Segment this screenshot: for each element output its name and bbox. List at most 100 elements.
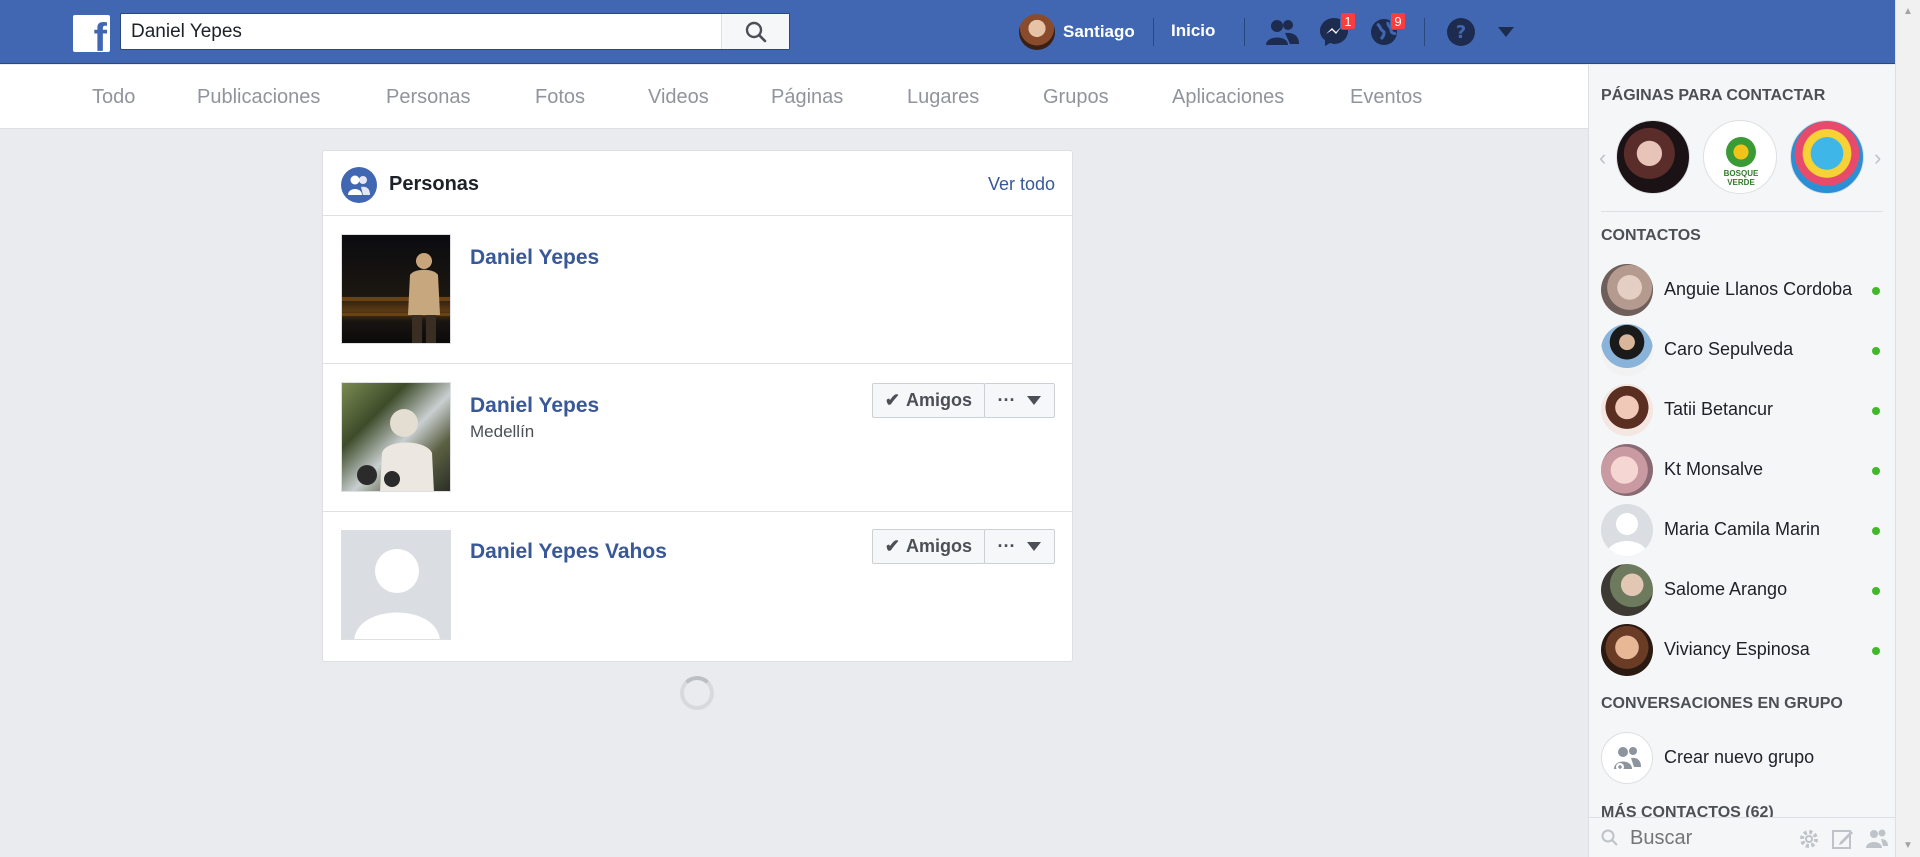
scrollbar[interactable]: ▲ ▼ — [1895, 0, 1920, 857]
search-box — [120, 13, 790, 50]
facebook-logo-letter: f — [93, 16, 107, 52]
profile-photo[interactable] — [341, 530, 451, 640]
divider — [1244, 18, 1245, 46]
online-indicator — [1872, 347, 1880, 355]
chevron-down-icon — [1498, 27, 1514, 37]
person-name-link[interactable]: Daniel Yepes — [470, 394, 599, 418]
compose-icon[interactable] — [1832, 828, 1854, 850]
loading-spinner — [680, 676, 714, 710]
tab-publicaciones[interactable]: Publicaciones — [197, 86, 320, 109]
avatar — [1601, 624, 1653, 676]
tab-videos[interactable]: Videos — [648, 86, 709, 109]
online-indicator — [1872, 407, 1880, 415]
page-logo-text: BOSQUE VERDE — [1723, 169, 1759, 187]
friends-icon — [1266, 20, 1299, 45]
check-icon: ✔ — [884, 390, 900, 410]
tab-grupos[interactable]: Grupos — [1043, 86, 1109, 109]
search-button[interactable] — [721, 14, 789, 49]
contact-item[interactable]: Viviancy Espinosa — [1601, 624, 1886, 676]
see-all-link[interactable]: Ver todo — [988, 174, 1055, 195]
person-name-link[interactable]: Daniel Yepes Vahos — [470, 540, 667, 564]
contact-item[interactable]: Kt Monsalve — [1601, 444, 1886, 496]
scroll-up-arrow-icon[interactable]: ▲ — [1903, 6, 1913, 17]
chevron-right-icon[interactable]: › — [1874, 145, 1881, 171]
contact-name: Kt Monsalve — [1664, 459, 1764, 479]
facebook-logo[interactable]: f — [73, 15, 110, 52]
search-icon — [1601, 829, 1618, 846]
profile-photo[interactable] — [341, 382, 451, 492]
tab-todo[interactable]: Todo — [92, 86, 135, 109]
home-link[interactable]: Inicio — [1171, 21, 1215, 41]
person-location: Medellín — [470, 422, 535, 441]
messages-badge: 1 — [1340, 12, 1356, 30]
contact-name: Anguie Llanos Cordoba — [1664, 279, 1853, 299]
more-options-button[interactable]: ··· — [984, 383, 1055, 418]
avatar — [1601, 324, 1653, 376]
section-title: Personas — [389, 173, 480, 195]
contact-item[interactable]: Tatii Betancur — [1601, 384, 1886, 436]
more-options-button[interactable]: ··· — [984, 529, 1055, 564]
person-name-link[interactable]: Daniel Yepes — [470, 246, 599, 270]
create-group-item[interactable]: Crear nuevo grupo — [1601, 732, 1886, 784]
page-avatar[interactable] — [1790, 120, 1864, 194]
page-avatar[interactable]: BOSQUE VERDE — [1703, 120, 1777, 194]
online-indicator — [1872, 647, 1880, 655]
person-photo-icon — [342, 253, 450, 343]
contacts-heading: CONTACTOS — [1601, 227, 1701, 244]
avatar — [1019, 14, 1055, 50]
messages-button[interactable]: 1 — [1316, 12, 1356, 50]
friend-requests-button[interactable] — [1264, 14, 1300, 50]
chevron-down-icon — [1027, 542, 1042, 551]
scroll-down-arrow-icon[interactable]: ▼ — [1903, 840, 1913, 851]
person-result: Daniel Yepes Medellín ✔ Amigos ··· — [323, 364, 1072, 512]
tab-aplicaciones[interactable]: Aplicaciones — [1172, 86, 1284, 109]
tab-personas[interactable]: Personas — [386, 86, 471, 109]
chat-search-bar — [1589, 817, 1895, 857]
default-avatar-icon — [1606, 513, 1648, 556]
account-menu-button[interactable] — [1488, 14, 1524, 50]
chat-search-input[interactable] — [1630, 826, 1780, 850]
help-icon: ? — [1447, 18, 1475, 46]
contact-name: Salome Arango — [1664, 579, 1788, 599]
page-avatar[interactable] — [1616, 120, 1690, 194]
profile-photo[interactable] — [341, 234, 451, 344]
search-filter-bar: Todo Publicaciones Personas Fotos Videos… — [0, 65, 1588, 129]
more-dots-label: ··· — [997, 536, 1016, 556]
contact-item[interactable]: Maria Camila Marin — [1601, 504, 1886, 556]
tab-fotos[interactable]: Fotos — [535, 86, 585, 109]
avatar — [1601, 384, 1653, 436]
friends-button[interactable]: ✔ Amigos — [871, 529, 985, 564]
profile-name: Santiago — [1063, 22, 1135, 41]
friends-button-label: Amigos — [905, 536, 972, 556]
divider — [1153, 18, 1154, 46]
leaf-logo-icon — [1726, 137, 1756, 167]
contact-item[interactable]: Caro Sepulveda — [1601, 324, 1886, 376]
online-indicator — [1872, 467, 1880, 475]
check-icon: ✔ — [884, 536, 900, 556]
notifications-button[interactable]: 9 — [1366, 12, 1406, 50]
person-result: Daniel Yepes Vahos ✔ Amigos ··· — [323, 512, 1072, 660]
online-indicator — [1872, 287, 1880, 295]
profile-link[interactable]: Santiago — [1019, 14, 1135, 50]
contact-item[interactable]: Salome Arango — [1601, 564, 1886, 616]
new-group-icon[interactable] — [1865, 828, 1889, 850]
group-conversations-heading: CONVERSACIONES EN GRUPO — [1601, 695, 1843, 712]
notifications-badge: 9 — [1390, 12, 1406, 30]
add-group-icon — [1614, 747, 1641, 771]
gear-icon[interactable] — [1798, 828, 1820, 850]
online-indicator — [1872, 527, 1880, 535]
search-input[interactable] — [131, 20, 711, 44]
contact-name: Caro Sepulveda — [1664, 339, 1794, 359]
friends-button[interactable]: ✔ Amigos — [871, 383, 985, 418]
help-button[interactable]: ? — [1443, 14, 1479, 50]
contact-item[interactable]: Anguie Llanos Cordoba — [1601, 264, 1886, 316]
avatar — [1601, 564, 1653, 616]
chevron-left-icon[interactable]: ‹ — [1599, 145, 1606, 171]
tab-paginas[interactable]: Páginas — [771, 86, 843, 109]
tab-eventos[interactable]: Eventos — [1350, 86, 1422, 109]
friends-button-label: Amigos — [905, 390, 972, 410]
people-section-icon — [341, 167, 377, 203]
top-navigation-bar: f Santiago Inicio 1 9 ? — [0, 0, 1895, 64]
tab-lugares[interactable]: Lugares — [907, 86, 979, 109]
divider — [1601, 211, 1883, 212]
